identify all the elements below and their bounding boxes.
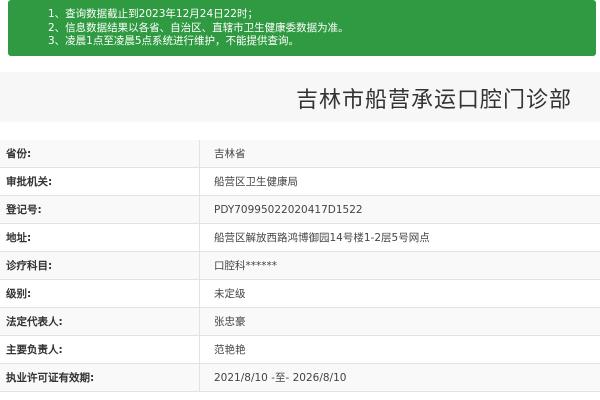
- row-value: 船营区解放西路鸿博御园14号楼1-2层5号网点: [214, 232, 430, 244]
- table-row-principal: 主要负责人: 范艳艳: [0, 336, 600, 364]
- row-label: 主要负责人:: [0, 336, 200, 363]
- table-row-approval-authority: 审批机关: 船营区卫生健康局: [0, 168, 600, 196]
- table-row-legal-representative: 法定代表人: 张忠豪: [0, 308, 600, 336]
- row-label: 登记号:: [0, 196, 200, 223]
- row-label: 审批机关:: [0, 168, 200, 195]
- notice-banner: 1、查询数据截止到2023年12月24日22时； 2、信息数据结果以各省、自治区…: [8, 0, 596, 56]
- title-band: 吉林市船营承运口腔门诊部: [0, 72, 600, 122]
- row-value: 未定级: [214, 288, 246, 300]
- table-row-level: 级别: 未定级: [0, 280, 600, 308]
- table-row-medical-subjects: 诊疗科目: 口腔科******: [0, 252, 600, 280]
- details-table: 省份: 吉林省 审批机关: 船营区卫生健康局 登记号: PDY709950220…: [0, 140, 600, 392]
- page: 1、查询数据截止到2023年12月24日22时； 2、信息数据结果以各省、自治区…: [0, 0, 600, 400]
- table-row-license-validity: 执业许可证有效期: 2021/8/10 -至- 2026/8/10: [0, 364, 600, 392]
- notice-line-2: 2、信息数据结果以各省、自治区、直辖市卫生健康委数据为准。: [48, 21, 349, 34]
- table-row-registration-number: 登记号: PDY70995022020417D1522: [0, 196, 600, 224]
- row-value: 范艳艳: [214, 344, 246, 356]
- row-value: 吉林省: [214, 148, 246, 160]
- table-row-address: 地址: 船营区解放西路鸿博御园14号楼1-2层5号网点: [0, 224, 600, 252]
- notice-line-3: 3、凌晨1点至凌晨5点系统进行维护，不能提供查询。: [48, 35, 300, 47]
- row-label: 级别:: [0, 280, 200, 307]
- row-value: 口腔科******: [214, 260, 277, 272]
- row-label: 省份:: [0, 140, 200, 167]
- row-label: 执业许可证有效期:: [0, 364, 200, 391]
- notice-line-1: 1、查询数据截止到2023年12月24日22时；: [48, 8, 258, 20]
- row-value: 船营区卫生健康局: [214, 176, 298, 188]
- row-label: 诊疗科目:: [0, 252, 200, 279]
- table-row-province: 省份: 吉林省: [0, 140, 600, 168]
- page-title: 吉林市船营承运口腔门诊部: [295, 88, 572, 113]
- row-value: 张忠豪: [214, 316, 246, 328]
- row-value: PDY70995022020417D1522: [214, 204, 363, 216]
- row-label: 地址:: [0, 224, 200, 251]
- row-value: 2021/8/10 -至- 2026/8/10: [214, 372, 347, 384]
- row-label: 法定代表人:: [0, 308, 200, 335]
